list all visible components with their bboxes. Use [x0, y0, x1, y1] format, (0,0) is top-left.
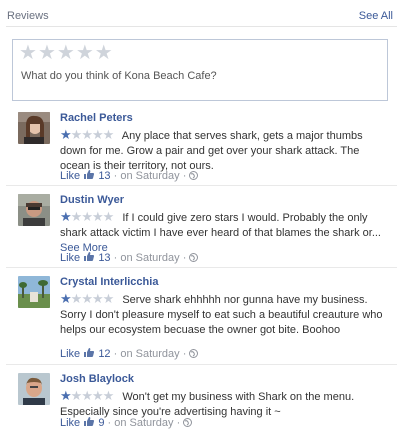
avatar[interactable] [18, 112, 50, 144]
review-body: ★★★★★ Any place that serves shark, gets … [60, 127, 390, 174]
globe-icon [189, 171, 199, 180]
reviews-title: Reviews [7, 10, 49, 22]
review-input[interactable]: What do you think of Kona Beach Cafe? [21, 70, 217, 82]
star-icon[interactable]: ★ [95, 42, 113, 64]
avatar[interactable] [18, 276, 50, 308]
globe-icon [183, 418, 193, 427]
reviews-panel: Reviews See All ★ ★ ★ ★ ★ What do you th… [0, 0, 403, 439]
reviews-header: Reviews See All [6, 6, 397, 27]
review-meta: Like 12 · on Saturday · [60, 347, 199, 360]
review-body: ★★★★★ If I could give zero stars I would… [60, 209, 390, 256]
like-link[interactable]: Like [60, 170, 80, 182]
thumbs-up-icon [84, 348, 95, 357]
review-meta: Like 13 · on Saturday · [60, 251, 199, 264]
like-link[interactable]: Like [60, 417, 80, 429]
star-rating: ★★★★★ [60, 209, 114, 224]
review-meta: Like 13 · on Saturday · [60, 169, 199, 182]
star-icon[interactable]: ★ [57, 42, 75, 64]
rating-input[interactable]: ★ ★ ★ ★ ★ [19, 42, 113, 64]
star-icon[interactable]: ★ [76, 42, 94, 64]
avatar[interactable] [18, 194, 50, 226]
like-link[interactable]: Like [60, 348, 80, 360]
globe-icon [189, 349, 199, 358]
review-time[interactable]: on Saturday [120, 348, 179, 360]
divider [6, 185, 397, 186]
review-meta: Like 9 · on Saturday · [60, 416, 193, 429]
thumbs-up-icon [84, 417, 95, 426]
divider [6, 364, 397, 365]
review-time[interactable]: on Saturday [120, 252, 179, 264]
star-rating: ★★★★★ [60, 291, 114, 306]
like-count[interactable]: 9 [98, 417, 104, 429]
star-rating: ★★★★★ [60, 127, 114, 142]
review-time[interactable]: on Saturday [114, 417, 173, 429]
divider [6, 267, 397, 268]
avatar[interactable] [18, 373, 50, 405]
reviewer-name[interactable]: Rachel Peters [60, 112, 133, 124]
review-composer[interactable]: ★ ★ ★ ★ ★ What do you think of Kona Beac… [12, 39, 388, 101]
thumbs-up-icon [84, 252, 95, 261]
like-count[interactable]: 13 [98, 170, 110, 182]
see-all-link[interactable]: See All [359, 10, 393, 22]
star-icon[interactable]: ★ [19, 42, 37, 64]
review-time[interactable]: on Saturday [120, 170, 179, 182]
reviewer-name[interactable]: Dustin Wyer [60, 194, 124, 206]
review-body: ★★★★★ Serve shark ehhhhh nor gunna have … [60, 291, 390, 338]
reviewer-name[interactable]: Crystal Interlicchia [60, 276, 158, 288]
like-link[interactable]: Like [60, 252, 80, 264]
like-count[interactable]: 12 [98, 348, 110, 360]
star-icon[interactable]: ★ [38, 42, 56, 64]
thumbs-up-icon [84, 170, 95, 179]
like-count[interactable]: 13 [98, 252, 110, 264]
reviewer-name[interactable]: Josh Blaylock [60, 373, 134, 385]
globe-icon [189, 253, 199, 262]
star-rating: ★★★★★ [60, 388, 114, 403]
